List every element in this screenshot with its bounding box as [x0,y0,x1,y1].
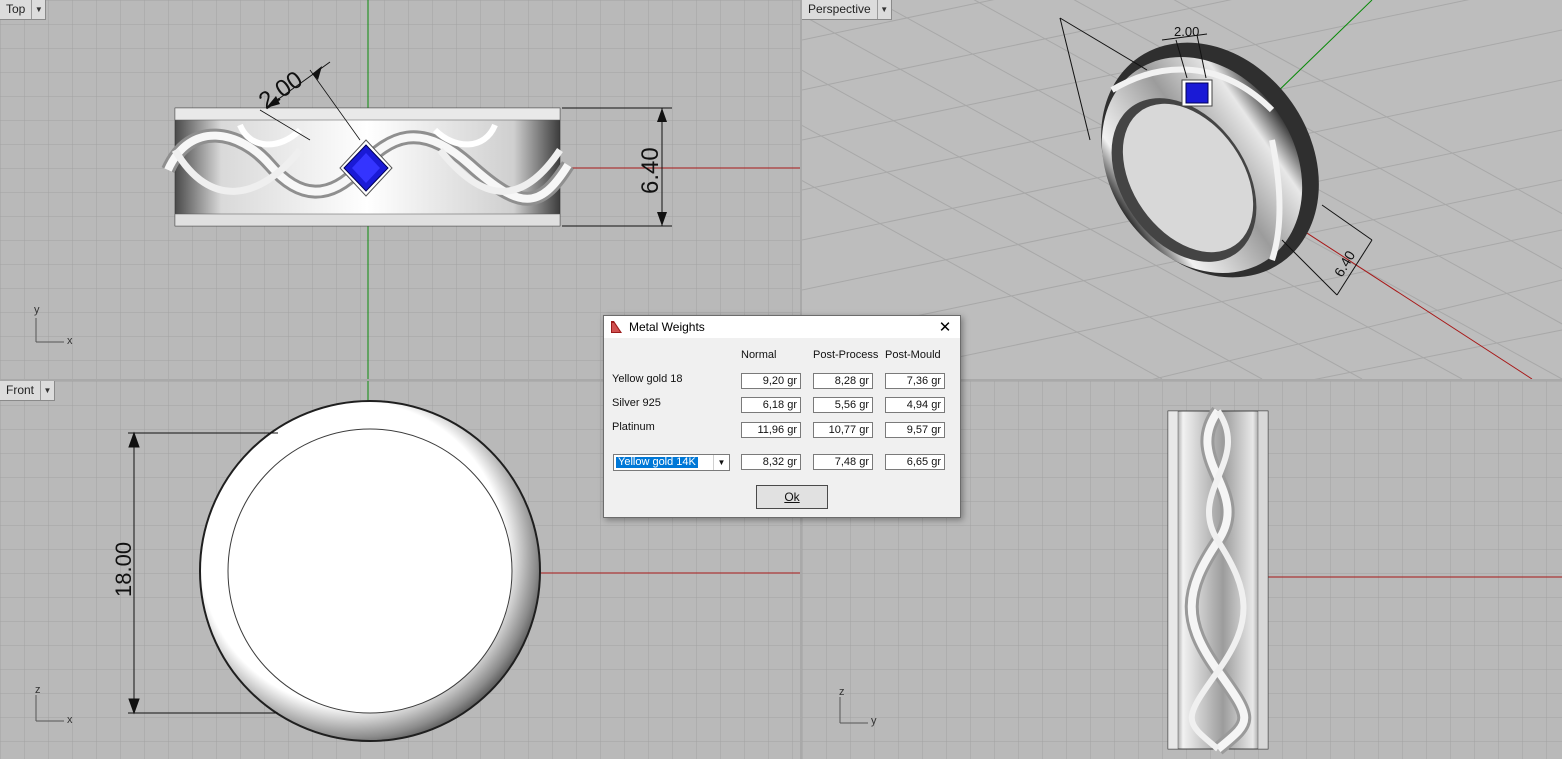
row-label-silver-925: Silver 925 [612,397,661,409]
value-field[interactable]: 4,94 gr [885,397,945,413]
column-header-post-mould: Post-Mould [885,349,941,361]
value-field[interactable]: 7,48 gr [813,454,873,470]
axis-label-x-front: x [67,714,73,726]
chevron-down-icon[interactable]: ▼ [713,455,729,470]
value-field[interactable]: 8,32 gr [741,454,801,470]
viewport-title-perspective: Perspective [808,2,871,16]
gemstone-perspective [1181,79,1213,107]
viewport-title-front: Front [6,383,35,397]
dim-label-640: 6.40 [637,147,664,194]
row-label-yellow-gold-18: Yellow gold 18 [612,373,683,385]
app-icon [611,321,622,333]
chevron-down-icon[interactable]: ▼ [40,381,54,400]
chevron-down-icon[interactable]: ▼ [876,0,891,19]
close-icon[interactable]: ✕ [930,316,960,338]
ring-front [199,400,541,742]
dim-label-perspective-2: 2.00 [1174,24,1199,39]
viewport-title-top: Top [6,2,26,16]
value-field[interactable]: 6,65 gr [885,454,945,470]
value-field[interactable]: 5,56 gr [813,397,873,413]
value-field[interactable]: 9,57 gr [885,422,945,438]
metal-weights-dialog[interactable]: Metal Weights ✕ Normal Post-Process Post… [603,315,961,518]
row-label-platinum: Platinum [612,421,655,433]
value-field[interactable]: 11,96 gr [741,422,801,438]
axis-label-z: z [35,684,41,696]
axis-label-z-right: z [839,686,845,698]
value-field[interactable]: 9,20 gr [741,373,801,389]
metal-select-value: Yellow gold 14K [615,456,699,469]
viewport-tab-top[interactable]: Top ▼ [0,0,47,20]
dialog-titlebar[interactable]: Metal Weights ✕ [604,316,960,338]
dialog-title: Metal Weights [629,320,705,334]
value-field[interactable]: 6,18 gr [741,397,801,413]
column-header-post-process: Post-Process [813,349,879,361]
viewport-tab-perspective[interactable]: Perspective ▼ [802,0,892,20]
metal-select-dropdown[interactable]: Yellow gold 14K ▼ [613,454,730,471]
value-field[interactable]: 7,36 gr [885,373,945,389]
axis-label-x: x [67,335,73,347]
chevron-down-icon[interactable]: ▼ [31,0,45,19]
axis-label-y: y [34,304,40,316]
ok-button[interactable]: Ok [756,485,828,509]
value-field[interactable]: 10,77 gr [813,422,873,438]
viewport-tab-front[interactable]: Front ▼ [0,381,56,401]
dim-label-18: 18.00 [111,542,136,597]
column-header-normal: Normal [741,349,777,361]
value-field[interactable]: 8,28 gr [813,373,873,389]
axis-label-y-right: y [871,715,877,727]
ring-side-right [1167,406,1269,755]
